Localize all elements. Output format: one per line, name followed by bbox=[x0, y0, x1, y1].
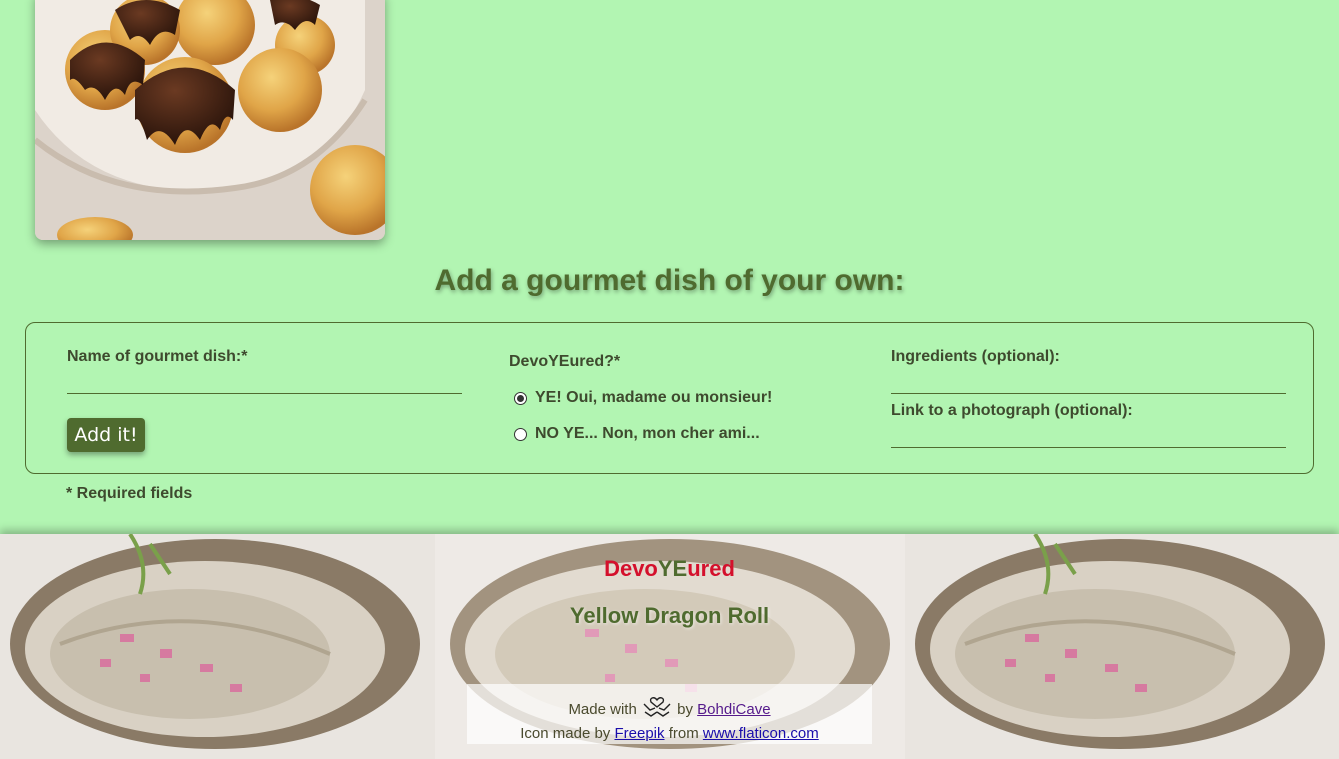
brand-part-1: Devo bbox=[604, 556, 658, 581]
radio-yes-button[interactable] bbox=[514, 391, 527, 405]
form-heading: Add a gourmet dish of your own: bbox=[434, 264, 905, 297]
brand-part-3: ured bbox=[687, 556, 735, 581]
brand-logo-text: DevoYEured bbox=[0, 556, 1339, 582]
radio-no-button[interactable] bbox=[514, 427, 527, 441]
dish-name-label: Name of gourmet dish:* bbox=[67, 348, 248, 365]
radio-yes-label: YE! Oui, madame ou monsieur! bbox=[535, 389, 773, 406]
hands-heart-icon bbox=[641, 690, 673, 722]
author-link[interactable]: BohdiCave bbox=[697, 701, 770, 718]
freepik-link[interactable]: Freepik bbox=[614, 725, 664, 742]
made-with-text: Made with bbox=[568, 701, 637, 718]
devoyeured-label: DevoYEured?* bbox=[509, 353, 621, 370]
by-text: by bbox=[677, 701, 693, 718]
credits-box: Made with by BohdiCave Icon made by Free… bbox=[467, 684, 872, 744]
brand-part-2: YE bbox=[657, 556, 688, 581]
flaticon-link[interactable]: www.flaticon.com bbox=[703, 725, 819, 742]
from-text: from bbox=[668, 725, 699, 742]
featured-dish-name: Yellow Dragon Roll bbox=[569, 603, 770, 628]
radio-no-label: NO YE... Non, mon cher ami... bbox=[535, 425, 760, 442]
radio-option-no[interactable]: NO YE... Non, mon cher ami... bbox=[514, 425, 760, 443]
footer: DevoYEured Yellow Dragon Roll Made with … bbox=[0, 534, 1339, 759]
icon-credit-text: Icon made by bbox=[520, 725, 611, 742]
icon-credit-line: Icon made by Freepik from www.flaticon.c… bbox=[467, 722, 872, 746]
add-it-button[interactable]: Add it! bbox=[67, 418, 145, 452]
photo-link-label: Link to a photograph (optional): bbox=[891, 402, 1133, 419]
add-dish-form: Name of gourmet dish:* Add it! DevoYEure… bbox=[25, 322, 1314, 474]
required-fields-note: * Required fields bbox=[66, 485, 193, 502]
made-with-line: Made with by BohdiCave bbox=[467, 690, 872, 722]
radio-option-yes[interactable]: YE! Oui, madame ou monsieur! bbox=[514, 389, 772, 407]
dish-photo bbox=[35, 0, 385, 240]
dish-name-input[interactable] bbox=[67, 368, 462, 394]
photo-link-input[interactable] bbox=[891, 422, 1286, 448]
ingredients-input[interactable] bbox=[891, 368, 1286, 394]
ingredients-label: Ingredients (optional): bbox=[891, 348, 1060, 365]
